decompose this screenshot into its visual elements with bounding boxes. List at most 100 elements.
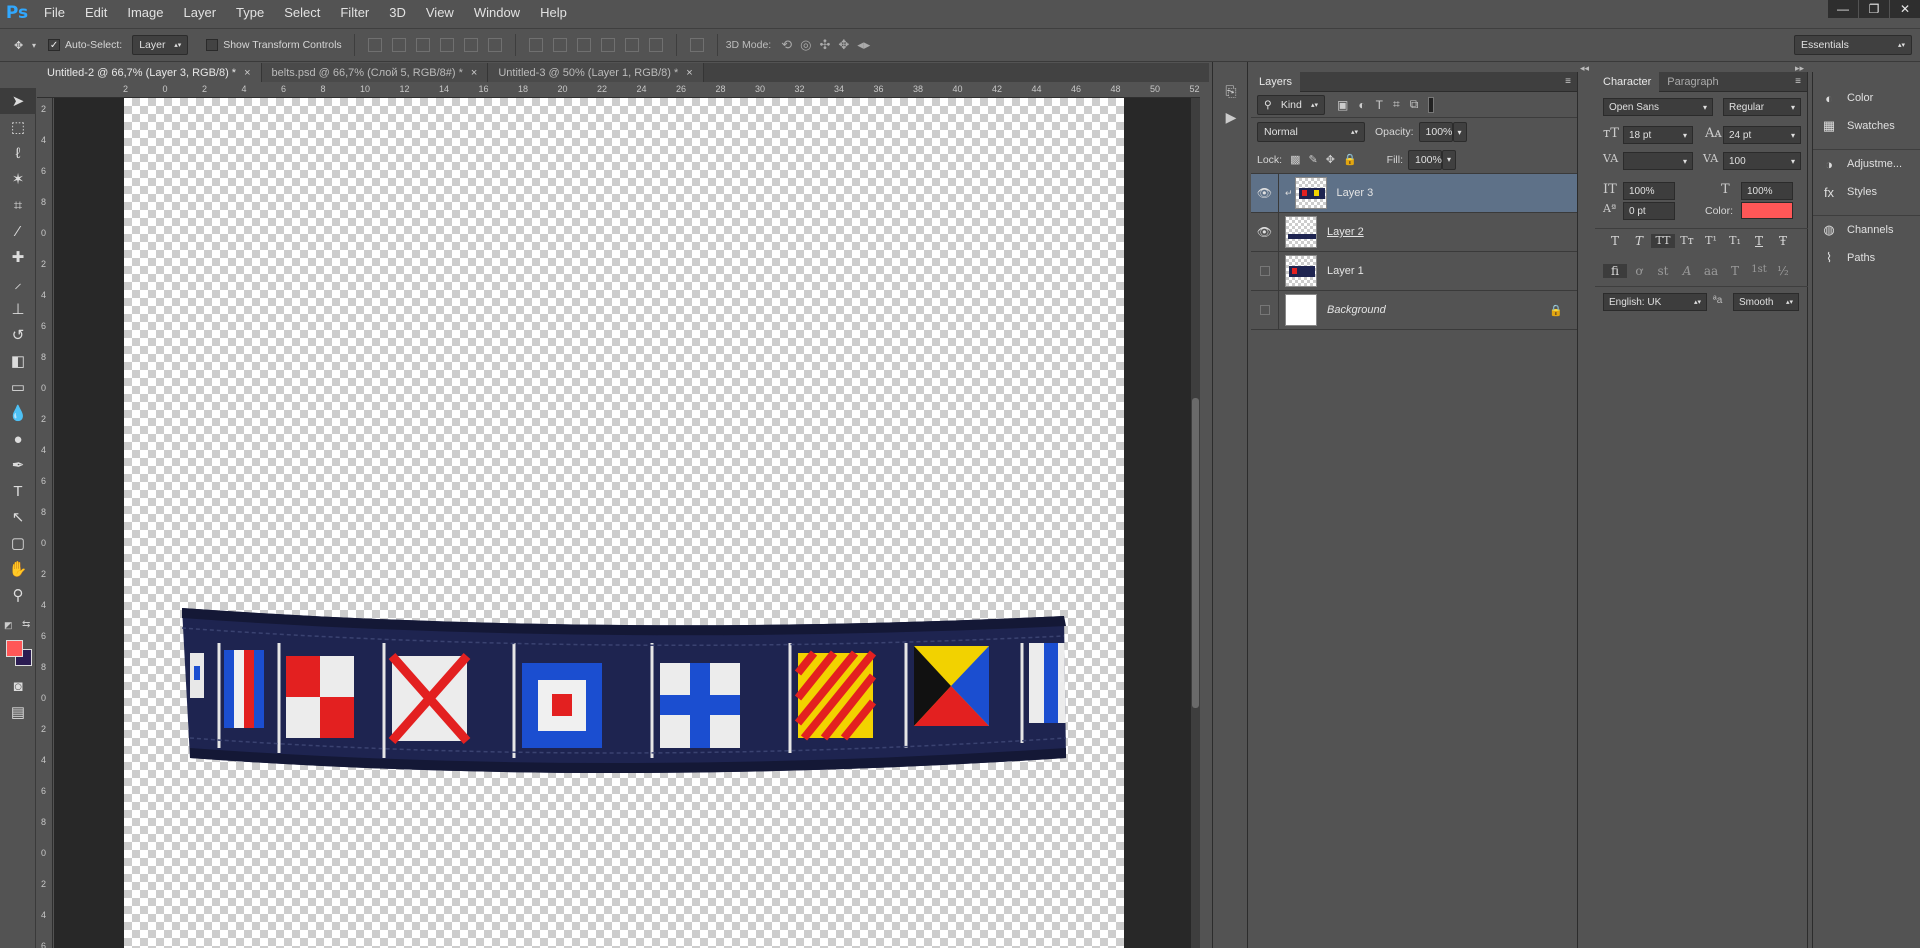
kerning-field[interactable]: ▾ <box>1623 152 1693 170</box>
tab-paragraph[interactable]: Paragraph <box>1659 72 1726 92</box>
font-family-dropdown[interactable]: Open Sans ▾ <box>1603 98 1713 116</box>
superscript-button[interactable]: T¹ <box>1699 234 1723 248</box>
align-bottom-edges-icon[interactable] <box>415 38 430 52</box>
path-selection-tool-icon[interactable]: ↖ <box>0 504 36 530</box>
visibility-toggle-empty[interactable] <box>1251 251 1279 291</box>
3d-rotate-icon[interactable]: ⟲ <box>781 37 792 53</box>
vertical-ruler[interactable]: 2 4 6 8 0 2 4 6 8 0 2 4 6 8 0 2 4 6 8 0 2 4 6 8 0 2 4 6 <box>37 98 53 948</box>
menu-3d[interactable]: 3D <box>379 0 416 26</box>
distribute-top-icon[interactable] <box>528 38 543 52</box>
filter-kind-dropdown[interactable]: ⚲ Kind ▴▾ <box>1257 94 1325 115</box>
text-color-swatch[interactable] <box>1741 202 1793 219</box>
clone-stamp-tool-icon[interactable]: ⊥ <box>0 296 36 322</box>
align-vertical-centers-icon[interactable] <box>391 38 406 52</box>
layer-name[interactable]: Layer 2 <box>1327 226 1364 238</box>
vertical-scale-field[interactable]: 100% <box>1623 182 1675 200</box>
lock-all-icon[interactable]: 🔒 <box>1343 153 1357 166</box>
blend-mode-dropdown[interactable]: Normal ▴▾ <box>1257 122 1365 142</box>
magic-wand-tool-icon[interactable]: ✶ <box>0 166 36 192</box>
old-style-button[interactable]: ơ <box>1627 264 1651 278</box>
show-transform-checkbox[interactable] <box>206 39 219 51</box>
tracking-field[interactable]: 100 ▾ <box>1723 152 1801 170</box>
canvas-area[interactable] <box>54 98 1200 948</box>
stylistic-alternates-button[interactable]: A <box>1675 264 1699 278</box>
minimize-button[interactable]: — <box>1828 0 1858 18</box>
underline-button[interactable]: T <box>1747 234 1771 248</box>
auto-select-checkbox[interactable]: ✓ <box>48 39 61 51</box>
ligatures-button[interactable]: fi <box>1603 264 1627 278</box>
fill-field[interactable]: 100% <box>1408 149 1442 170</box>
menu-window[interactable]: Window <box>464 0 530 26</box>
menu-view[interactable]: View <box>416 0 464 26</box>
menu-type[interactable]: Type <box>226 0 274 26</box>
visibility-toggle-empty[interactable] <box>1251 290 1279 330</box>
menu-help[interactable]: Help <box>530 0 577 26</box>
auto-align-layers-icon[interactable] <box>689 38 704 52</box>
fill-slider-arrow-icon[interactable]: ▾ <box>1442 149 1456 170</box>
subscript-button[interactable]: T₁ <box>1723 234 1747 248</box>
align-right-edges-icon[interactable] <box>487 38 502 52</box>
crop-tool-icon[interactable]: ⌗ <box>0 192 36 218</box>
filter-type-icon[interactable]: T <box>1376 98 1383 112</box>
ordinals-button[interactable]: 1st <box>1747 264 1771 278</box>
brush-tool-icon[interactable]: ⸝ <box>0 270 36 296</box>
lasso-tool-icon[interactable]: ℓ <box>0 140 36 166</box>
layer-row[interactable]: 👁 Layer 2 <box>1251 212 1577 252</box>
filter-pixel-icon[interactable]: ▣ <box>1337 98 1348 112</box>
panel-color[interactable]: ◐ Color <box>1813 84 1920 112</box>
lock-position-icon[interactable]: ✥ <box>1326 153 1335 166</box>
blur-tool-icon[interactable]: 💧 <box>0 400 36 426</box>
foreground-color-swatch[interactable] <box>6 640 23 657</box>
marquee-tool-icon[interactable]: ⬚ <box>0 114 36 140</box>
screen-mode-icon[interactable]: ▤ <box>0 699 36 725</box>
layer-name[interactable]: Layer 3 <box>1337 187 1374 199</box>
close-tab-icon[interactable]: × <box>244 67 250 79</box>
pen-tool-icon[interactable]: ✒ <box>0 452 36 478</box>
visibility-eye-icon[interactable]: 👁 <box>1251 212 1279 252</box>
layer-row[interactable]: Layer 1 <box>1251 251 1577 291</box>
opacity-field[interactable]: 100% <box>1418 122 1453 142</box>
menu-file[interactable]: File <box>34 0 75 26</box>
document-canvas[interactable] <box>124 98 1124 948</box>
3d-slide-icon[interactable]: ✥ <box>838 37 849 53</box>
filter-shape-icon[interactable]: ⌗ <box>1393 97 1400 112</box>
opacity-slider-arrow-icon[interactable]: ▾ <box>1452 122 1467 142</box>
layer-row[interactable]: Background 🔒 <box>1251 290 1577 330</box>
layer-name[interactable]: Layer 1 <box>1327 265 1364 277</box>
lock-image-icon[interactable]: ✎ <box>1309 153 1318 166</box>
panel-swatches[interactable]: ▦ Swatches <box>1813 112 1920 140</box>
3d-scale-icon[interactable]: ◂▸ <box>857 37 870 53</box>
history-brush-tool-icon[interactable]: ↺ <box>0 322 36 348</box>
doc-tab[interactable]: belts.psd @ 66,7% (Слой 5, RGB/8#) * × <box>261 63 489 82</box>
swash-button[interactable]: st <box>1651 264 1675 278</box>
close-button[interactable]: ✕ <box>1890 0 1920 18</box>
align-left-edges-icon[interactable] <box>439 38 454 52</box>
horizontal-ruler[interactable]: 2 0 2 4 6 8 10 12 14 16 18 20 22 24 26 28 30 32 34 36 38 40 42… <box>37 82 1200 98</box>
filter-toggle[interactable] <box>1428 96 1435 113</box>
faux-bold-button[interactable]: T <box>1603 234 1627 248</box>
3d-roll-icon[interactable]: ◎ <box>800 37 811 53</box>
doc-tab[interactable]: Untitled-3 @ 50% (Layer 1, RGB/8) * × <box>488 63 704 82</box>
panel-channels[interactable]: ◍ Channels <box>1813 216 1920 244</box>
align-horizontal-centers-icon[interactable] <box>463 38 478 52</box>
restore-button[interactable]: ❐ <box>1859 0 1889 18</box>
titling-alternates-button[interactable]: aa <box>1699 264 1723 278</box>
auto-select-target-dropdown[interactable]: Layer ▴▾ <box>132 35 189 55</box>
language-dropdown[interactable]: English: UK ▴▾ <box>1603 293 1707 311</box>
eraser-tool-icon[interactable]: ◧ <box>0 348 36 374</box>
panel-paths[interactable]: ⌇ Paths <box>1813 244 1920 272</box>
distribute-left-icon[interactable] <box>600 38 615 52</box>
close-tab-icon[interactable]: × <box>471 67 477 79</box>
small-caps-button[interactable]: Tт <box>1675 234 1699 248</box>
healing-brush-tool-icon[interactable]: ✚ <box>0 244 36 270</box>
scrollbar-thumb[interactable] <box>1192 398 1199 708</box>
eyedropper-tool-icon[interactable]: ⁄ <box>0 218 36 244</box>
filter-adjustment-icon[interactable]: ◐ <box>1358 98 1365 112</box>
distribute-vcenter-icon[interactable] <box>552 38 567 52</box>
doc-tab[interactable]: Untitled-2 @ 66,7% (Layer 3, RGB/8) * × <box>37 63 262 82</box>
font-style-dropdown[interactable]: Regular ▾ <box>1723 98 1801 116</box>
fractions-button[interactable]: ½ <box>1771 264 1795 278</box>
vertical-scrollbar[interactable] <box>1191 98 1200 948</box>
workspace-dropdown[interactable]: Essentials ▴▾ <box>1794 35 1912 55</box>
font-size-field[interactable]: 18 pt ▾ <box>1623 126 1693 144</box>
